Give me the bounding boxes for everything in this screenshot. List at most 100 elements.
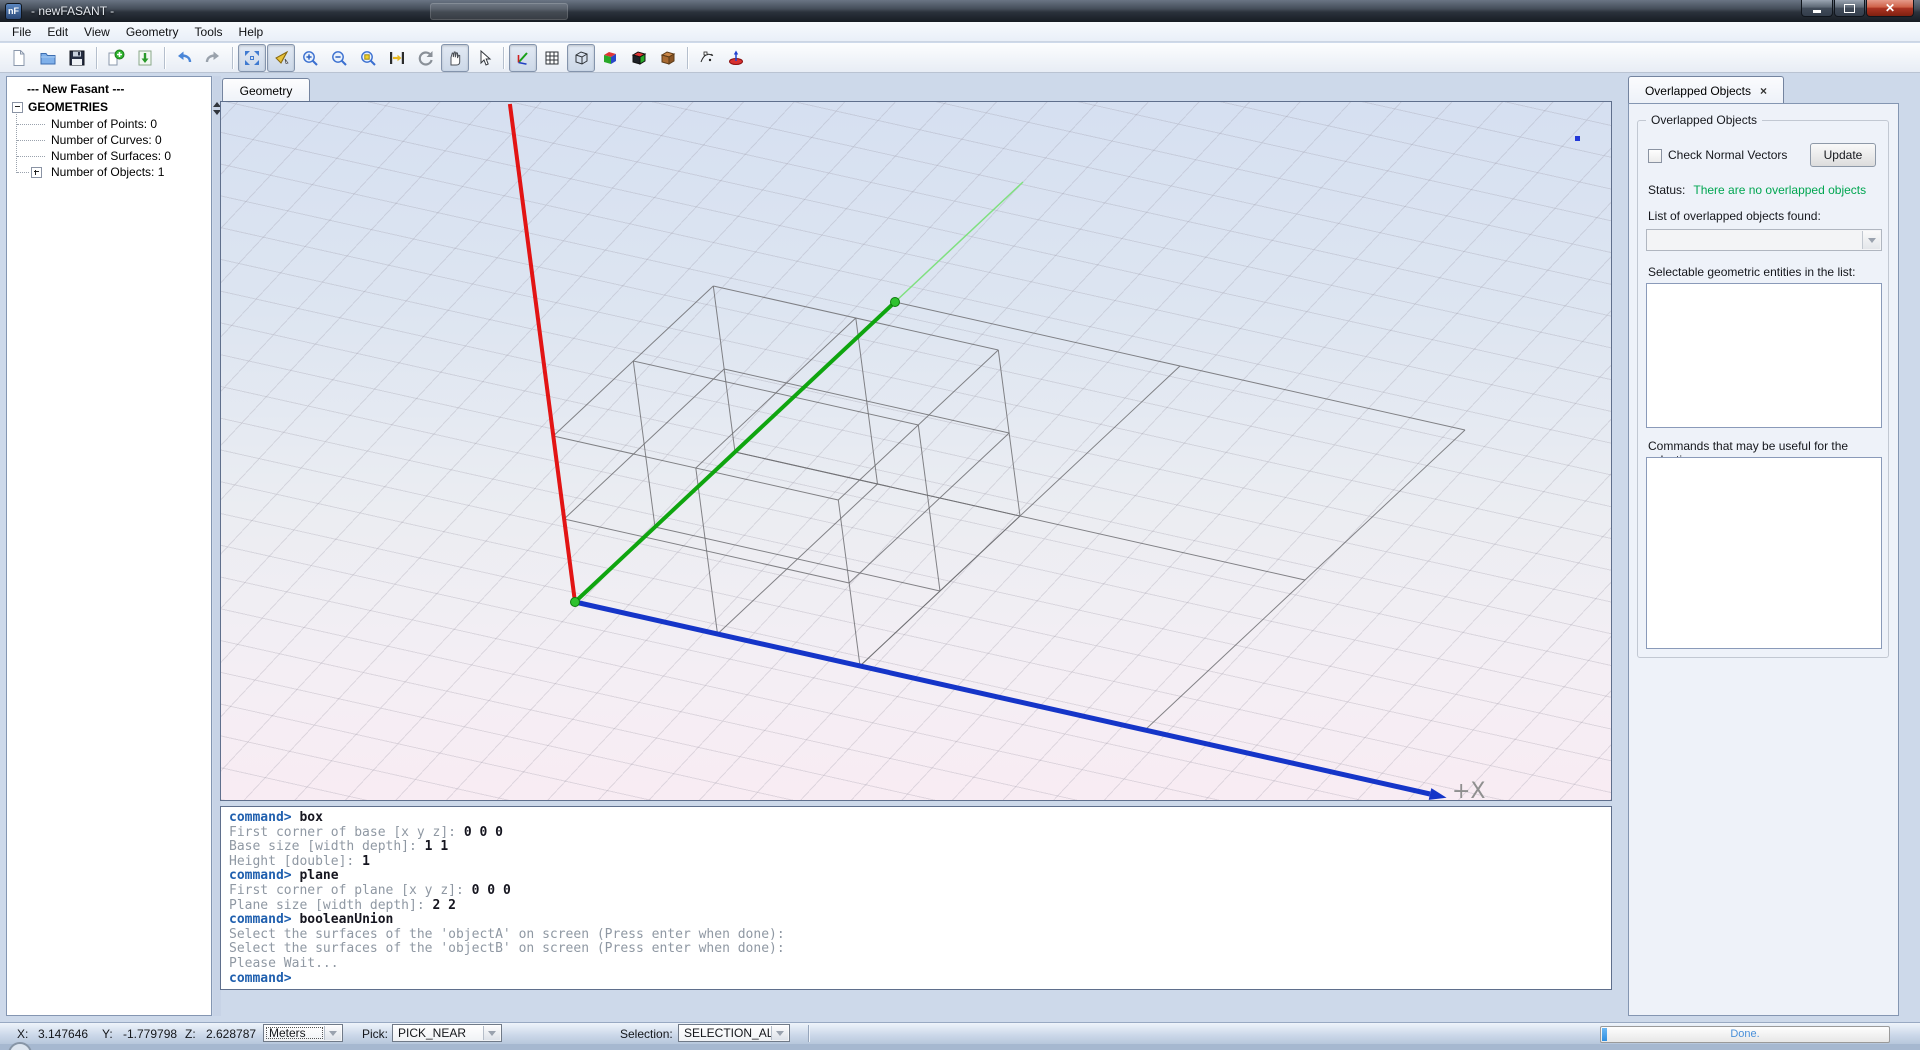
tree-children: Number of Points: 0 Number of Curves: 0 … <box>7 116 211 180</box>
tree-item-points[interactable]: Number of Points: 0 <box>7 116 211 132</box>
overlapped-list-label: List of overlapped objects found: <box>1648 209 1821 223</box>
menu-geometry[interactable]: Geometry <box>118 23 187 41</box>
tree-item-label: Number of Objects: 1 <box>51 165 164 179</box>
menu-help[interactable]: Help <box>231 23 272 41</box>
toolbar-separator <box>687 47 689 69</box>
textured-view-button[interactable] <box>654 44 682 72</box>
check-normal-vectors-checkbox[interactable] <box>1648 149 1662 163</box>
commands-listbox[interactable] <box>1646 457 1882 649</box>
undo-icon <box>175 49 193 67</box>
save-icon <box>68 49 86 67</box>
align-view-button[interactable] <box>383 44 411 72</box>
zoom-window-button[interactable] <box>354 44 382 72</box>
expand-icon[interactable] <box>31 167 42 178</box>
tab-geometry[interactable]: Geometry <box>222 78 310 103</box>
console-line: Plane size [width depth]: 2 2 <box>229 899 1603 914</box>
pick-dropdown[interactable]: PICK_NEAR <box>392 1024 502 1042</box>
save-button[interactable] <box>63 44 91 72</box>
console-line: First corner of base [x y z]: 0 0 0 <box>229 826 1603 841</box>
chevron-down-icon <box>771 1026 788 1040</box>
menu-file[interactable]: File <box>4 23 39 41</box>
collapse-icon[interactable] <box>12 102 23 113</box>
wireframe-cube-icon <box>572 49 590 67</box>
wireframe-view-button[interactable] <box>567 44 595 72</box>
check-normal-vectors-label: Check Normal Vectors <box>1668 148 1787 162</box>
solid-view-button[interactable] <box>596 44 624 72</box>
window-title: - newFASANT - <box>31 4 114 18</box>
surface-normals-button[interactable] <box>722 44 750 72</box>
toolbar-separator <box>232 47 234 69</box>
close-icon: ✕ <box>1885 2 1895 14</box>
update-button[interactable]: Update <box>1810 143 1876 167</box>
overlapped-objects-dropdown[interactable] <box>1646 229 1882 251</box>
show-grid-button[interactable] <box>538 44 566 72</box>
console-line: command> plane <box>229 869 1603 884</box>
title-bar: nF - newFASANT - ✕ <box>0 0 1920 22</box>
entities-list-label: Selectable geometric entities in the lis… <box>1648 265 1855 279</box>
pick-label: Pick: <box>362 1027 388 1041</box>
geometry-tree-panel: --- New Fasant --- GEOMETRIES Number of … <box>6 76 212 1016</box>
rotate-view-button[interactable] <box>412 44 440 72</box>
units-dropdown[interactable]: Meters <box>263 1024 343 1042</box>
console-line: Height [double]: 1 <box>229 855 1603 870</box>
pointer-button[interactable] <box>470 44 498 72</box>
grid-icon <box>543 49 561 67</box>
coord-x-label: X: <box>17 1027 28 1041</box>
pen-tool-icon <box>272 49 290 67</box>
align-view-icon <box>388 49 406 67</box>
viewport-canvas[interactable]: +X <box>221 102 1611 800</box>
curve-tool-button[interactable] <box>693 44 721 72</box>
zoom-in-button[interactable] <box>296 44 324 72</box>
maximize-button[interactable] <box>1834 0 1865 17</box>
menu-bar: File Edit View Geometry Tools Help <box>0 22 1920 42</box>
progress-bar: Done. <box>1600 1026 1890 1043</box>
menu-view[interactable]: View <box>76 23 118 41</box>
tree-item-objects[interactable]: Number of Objects: 1 <box>7 164 211 180</box>
show-axes-button[interactable] <box>509 44 537 72</box>
app-logo-icon: nF <box>5 3 22 20</box>
selection-dropdown[interactable]: SELECTION_ALL <box>678 1024 790 1042</box>
pen-tool-button[interactable] <box>267 44 295 72</box>
pointer-icon <box>475 49 493 67</box>
fit-view-button[interactable] <box>238 44 266 72</box>
zoom-out-button[interactable] <box>325 44 353 72</box>
surface-normal-icon <box>727 49 745 67</box>
tree-item-curves[interactable]: Number of Curves: 0 <box>7 132 211 148</box>
redo-icon <box>204 49 222 67</box>
console-line: command> booleanUnion <box>229 913 1603 928</box>
close-button[interactable]: ✕ <box>1866 0 1914 17</box>
coord-z-value: 2.628787 <box>206 1027 256 1041</box>
tab-close-icon[interactable]: × <box>1760 85 1767 97</box>
entities-listbox[interactable] <box>1646 283 1882 428</box>
overlapped-objects-group: Overlapped Objects Check Normal Vectors … <box>1637 120 1889 658</box>
toolbar-separator <box>503 47 505 69</box>
new-geometry-icon <box>107 49 125 67</box>
taskbar-edge <box>0 1044 1920 1050</box>
menu-tools[interactable]: Tools <box>187 23 231 41</box>
import-button[interactable] <box>131 44 159 72</box>
new-project-button[interactable] <box>102 44 130 72</box>
tab-overlapped-objects[interactable]: Overlapped Objects × <box>1628 76 1784 104</box>
status-bar: X: 3.147646 Y: -1.779798 Z: 2.628787 Met… <box>0 1022 1920 1044</box>
status-value: There are no overlapped objects <box>1693 183 1866 197</box>
tree-root-geometries[interactable]: GEOMETRIES <box>7 99 211 116</box>
pan-hand-button[interactable] <box>441 44 469 72</box>
project-title: --- New Fasant --- <box>7 77 211 99</box>
undo-button[interactable] <box>170 44 198 72</box>
console-input-line[interactable]: command> <box>229 972 1603 987</box>
progress-text: Done. <box>1601 1028 1889 1040</box>
curve-tool-icon <box>698 49 716 67</box>
new-file-button[interactable] <box>5 44 33 72</box>
solid-edges-view-button[interactable] <box>625 44 653 72</box>
chevron-down-icon <box>483 1026 500 1040</box>
command-console[interactable]: command> box First corner of base [x y z… <box>220 806 1612 990</box>
tree-item-surfaces[interactable]: Number of Surfaces: 0 <box>7 148 211 164</box>
minimize-icon <box>1813 10 1821 13</box>
open-file-button[interactable] <box>34 44 62 72</box>
textured-cube-icon <box>659 49 677 67</box>
svg-text:+X: +X <box>1452 779 1486 800</box>
redo-button[interactable] <box>199 44 227 72</box>
minimize-button[interactable] <box>1801 0 1833 17</box>
zoom-in-icon <box>301 49 319 67</box>
menu-edit[interactable]: Edit <box>39 23 76 41</box>
